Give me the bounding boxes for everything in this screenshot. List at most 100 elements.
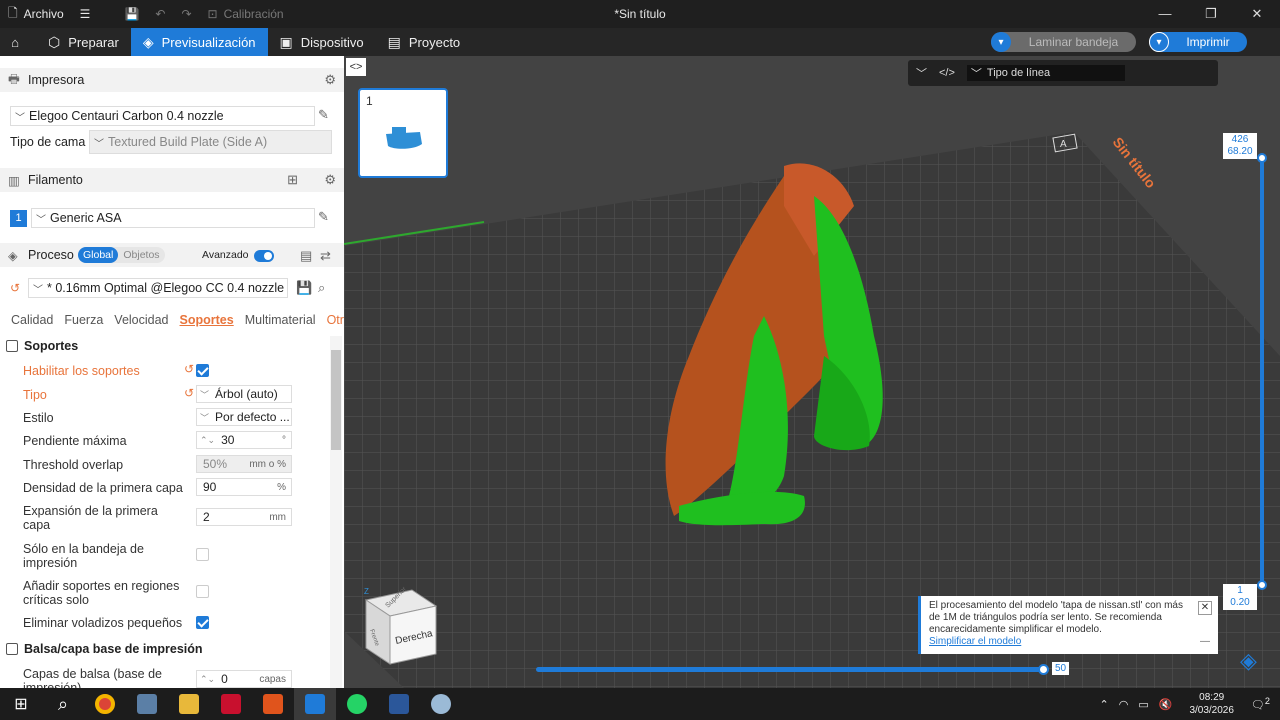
raft-layers-input[interactable]: ⌃⌄ 0 capas (196, 670, 292, 688)
support-type-select[interactable]: ﹀ Árbol (auto) (196, 385, 292, 403)
settings-sliders-icon[interactable]: ⚙ (324, 172, 336, 188)
collapse-panel-icon[interactable]: <> (346, 58, 366, 76)
3d-viewport[interactable]: Sin título A <> 1 ﹀ </> ﹀ Tipo de línea … (344, 56, 1280, 688)
chevron-down-icon: ﹀ (33, 284, 43, 296)
slice-plate-button[interactable]: ▾ Laminar bandeja (991, 32, 1136, 52)
chevron-down-icon: ﹀ (200, 389, 210, 400)
calculator-icon[interactable] (126, 688, 168, 720)
clock[interactable]: 08:29 3/03/2026 (1189, 691, 1234, 717)
move-slider-track[interactable] (536, 667, 1042, 672)
settings-sliders-icon[interactable]: ⚙ (324, 72, 336, 88)
word-icon[interactable] (378, 688, 420, 720)
file-menu[interactable]: 🗋 Archivo (0, 0, 72, 28)
critical-regions-checkbox[interactable] (196, 585, 209, 598)
threshold-overlap-input[interactable]: 50% mm o % (196, 455, 292, 473)
simplify-notification: El procesamiento del modelo 'tapa de nis… (918, 596, 1218, 654)
list-icon[interactable]: ▤ (300, 248, 312, 264)
critical-regions-label: Añadir soportes en regiones críticas sol… (23, 579, 180, 607)
chevron-down-icon[interactable]: ▾ (991, 32, 1011, 52)
scope-global[interactable]: Global (78, 247, 119, 263)
undo-icon[interactable]: ↶ (147, 0, 173, 28)
tab-supports[interactable]: Soportes (169, 313, 234, 327)
chevron-down-icon[interactable]: ﹀ (916, 65, 927, 81)
windows-taskbar: ⊞ ⌕ ⌃ ◠ ▭ 🔇 08:29 3/03/2026 🗨2 (0, 688, 1280, 720)
simplify-model-link[interactable]: Simplificar el modelo (929, 636, 1021, 647)
first-layer-expansion-input[interactable]: 2 mm (196, 508, 292, 526)
search-icon[interactable]: ⌕ (42, 688, 84, 720)
layer-slider-top-handle[interactable] (1257, 153, 1267, 163)
pdf-icon[interactable] (252, 688, 294, 720)
notification-icon[interactable]: 🗨2 (1251, 696, 1270, 712)
calibration-menu[interactable]: ⊡ Calibración (200, 0, 292, 28)
tab-quality[interactable]: Calidad (0, 313, 53, 327)
wifi-icon[interactable]: ◠ (1119, 698, 1129, 711)
tab-others[interactable]: Otros (316, 313, 344, 327)
layers-icon[interactable]: ◈ (1240, 648, 1257, 674)
reset-icon[interactable]: ↺ (184, 386, 194, 400)
maximize-icon[interactable]: ❐ (1188, 0, 1234, 28)
menu-icon[interactable]: ☰ (72, 0, 99, 28)
add-filament-icon[interactable]: ⊞ (287, 172, 298, 188)
filament-slot[interactable]: 1 (10, 210, 27, 227)
print-button[interactable]: ▾ Imprimir (1149, 32, 1247, 52)
plate-thumbnail[interactable]: 1 (358, 88, 448, 178)
autocad-icon[interactable] (210, 688, 252, 720)
layer-slider-track[interactable] (1260, 157, 1264, 587)
tab-multimaterial[interactable]: Multimaterial (234, 313, 316, 327)
close-icon[interactable]: ✕ (1234, 0, 1280, 28)
layer-slider-bottom-handle[interactable] (1257, 580, 1267, 590)
stepper-icon[interactable]: ⌃⌄ (200, 674, 215, 685)
cube-icon: ⬡ (48, 33, 61, 50)
settings-scrollbar[interactable] (330, 336, 342, 688)
slicer-app-icon[interactable] (294, 688, 336, 720)
printer-select[interactable]: ﹀ Elegoo Centauri Carbon 0.4 nozzle (10, 106, 315, 126)
minimize-icon[interactable]: — (1142, 0, 1188, 28)
tab-preview[interactable]: ◈ Previsualización (130, 28, 268, 56)
process-preset-select[interactable]: ﹀ * 0.16mm Optimal @Elegoo CC 0.4 nozzle (28, 278, 288, 298)
code-icon[interactable]: </> (939, 67, 955, 79)
max-slope-input[interactable]: ⌃⌄ 30 ° (196, 431, 292, 449)
support-style-label: Estilo (23, 411, 54, 425)
tab-device[interactable]: ▣ Dispositivo (268, 28, 376, 56)
chevron-up-icon[interactable]: ⌃ (1100, 698, 1109, 711)
enable-supports-checkbox[interactable] (196, 364, 209, 377)
on-build-plate-checkbox[interactable] (196, 548, 209, 561)
scope-toggle[interactable]: Global Objetos (78, 247, 165, 263)
scope-objects[interactable]: Objetos (118, 247, 164, 263)
redo-icon[interactable]: ↷ (173, 0, 199, 28)
search-icon[interactable]: ⌕ (318, 280, 325, 296)
move-slider-handle[interactable] (1038, 664, 1049, 675)
scrollbar-thumb[interactable] (331, 350, 341, 450)
support-style-select[interactable]: ﹀ Por defecto ... (196, 408, 292, 426)
minimize-icon[interactable]: — (1200, 636, 1210, 648)
chevron-down-icon[interactable]: ▾ (1149, 32, 1169, 52)
bed-type-select[interactable]: ﹀ Textured Build Plate (Side A) (89, 130, 332, 154)
volume-icon[interactable]: 🔇 (1159, 698, 1173, 711)
close-icon[interactable]: ✕ (1198, 601, 1212, 615)
filament-select[interactable]: ﹀ Generic ASA (31, 208, 315, 228)
remove-small-overhangs-checkbox[interactable] (196, 616, 209, 629)
reset-icon[interactable]: ↺ (184, 362, 194, 376)
home-button[interactable]: ⌂ (0, 28, 30, 56)
stepper-icon[interactable]: ⌃⌄ (200, 435, 215, 446)
line-type-select[interactable]: ﹀ Tipo de línea (966, 65, 1125, 81)
paint-icon[interactable] (420, 688, 462, 720)
save-icon[interactable]: 💾 (116, 0, 147, 28)
first-layer-density-input[interactable]: 90 % (196, 478, 292, 496)
save-icon[interactable]: 💾 (296, 280, 312, 296)
tab-prepare[interactable]: ⬡ Preparar (36, 28, 131, 56)
advanced-toggle[interactable] (254, 250, 274, 262)
view-cube[interactable]: Derecha Superior Frente Z (362, 586, 442, 668)
edit-icon[interactable]: ✎ (318, 107, 329, 123)
battery-icon[interactable]: ▭ (1138, 698, 1148, 711)
reset-icon[interactable]: ↺ (10, 281, 20, 295)
whatsapp-icon[interactable] (336, 688, 378, 720)
tab-strength[interactable]: Fuerza (53, 313, 103, 327)
edit-icon[interactable]: ✎ (318, 209, 329, 225)
chrome-icon[interactable] (84, 688, 126, 720)
tab-project[interactable]: ▤ Proyecto (376, 28, 473, 56)
compare-icon[interactable]: ⇄ (320, 248, 331, 264)
tab-speed[interactable]: Velocidad (103, 313, 168, 327)
start-icon[interactable]: ⊞ (0, 688, 42, 720)
folder-icon[interactable] (168, 688, 210, 720)
